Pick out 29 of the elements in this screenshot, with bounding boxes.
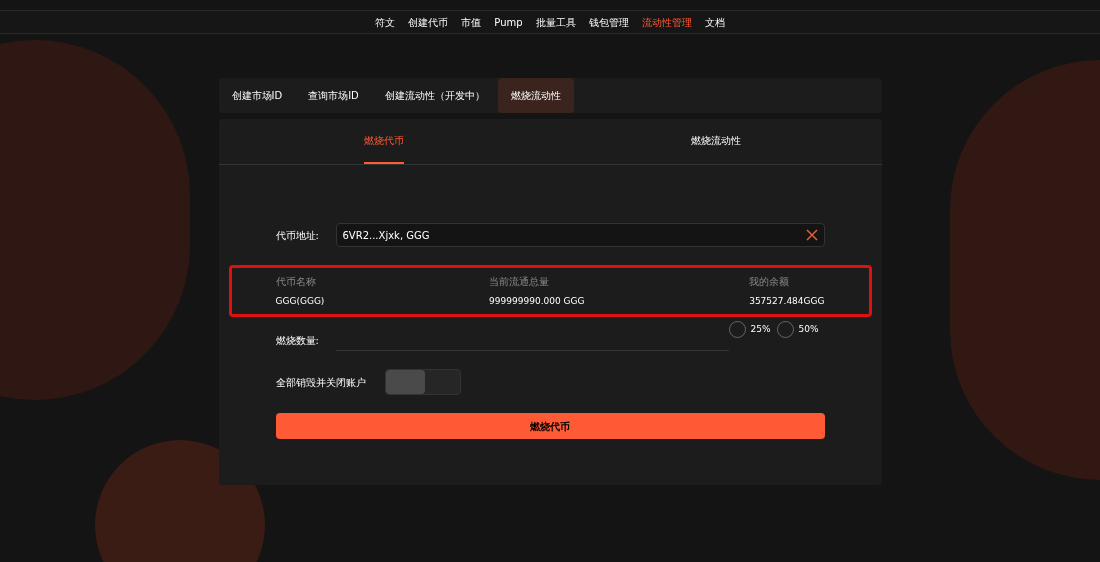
toggle-label: 全部销毁并关闭账户 (275, 375, 367, 390)
tab[interactable]: 创建市场ID (218, 78, 296, 113)
nav-link[interactable]: 流动性管理 (641, 14, 692, 30)
nav-link[interactable]: Pump (494, 14, 523, 30)
field-label: 燃烧数量: (275, 334, 320, 348)
tab[interactable]: 燃烧流动性 (497, 78, 574, 113)
nav-link[interactable]: 符文 (375, 14, 396, 30)
sub-tab[interactable]: 燃烧流动性 (690, 119, 741, 164)
nav-link[interactable]: 批量工具 (535, 14, 576, 30)
info-label: 当前流通总量 (489, 274, 551, 289)
info-value: 999999990.000 GGG (489, 294, 585, 308)
nav-link[interactable]: 创建代币 (408, 14, 449, 30)
nav-link[interactable]: 钱包管理 (588, 14, 629, 30)
info-label: 代币名称 (275, 274, 317, 289)
percent-option[interactable]: 25% (728, 321, 771, 338)
nav-link[interactable]: 市值 (461, 14, 482, 30)
nav-link[interactable]: 文档 (704, 14, 725, 30)
info-value: GGG(GGG) (275, 294, 325, 308)
info-value: 357527.484GGG (749, 294, 825, 308)
burn-button[interactable]: 燃烧代币 (275, 413, 825, 439)
sub-tab[interactable]: 燃烧代币 (364, 119, 405, 164)
field-label: 代币地址: (275, 228, 320, 243)
tab[interactable]: 查询市场ID (295, 78, 372, 113)
percent-option[interactable]: 50% (776, 321, 819, 338)
tab[interactable]: 创建流动性（开发中） (371, 78, 498, 113)
address-field[interactable]: 6VR2...Xjxk, GGG (335, 223, 825, 247)
close-icon[interactable] (805, 229, 818, 241)
info-label: 我的余额 (749, 274, 791, 289)
toggle-switch[interactable] (384, 369, 461, 395)
